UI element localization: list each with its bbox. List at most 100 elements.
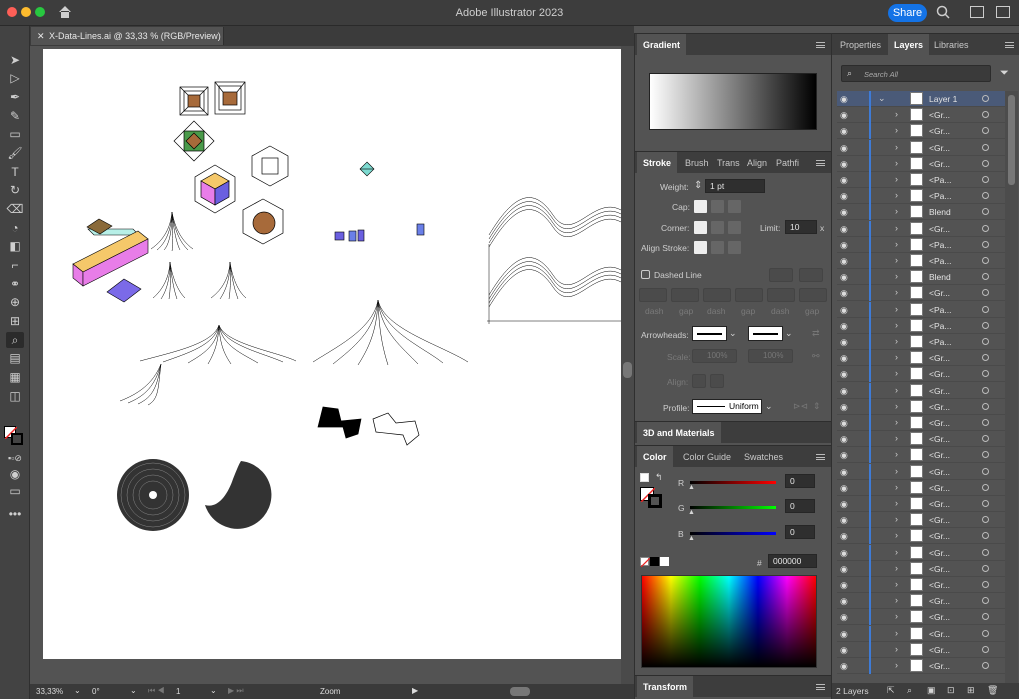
layer-row[interactable]: ◉ › <Gr... xyxy=(837,641,1005,658)
target-circle-icon[interactable] xyxy=(982,386,989,394)
tab-layers[interactable]: Layers xyxy=(888,34,930,56)
layer-row[interactable]: ◉ › <Gr... xyxy=(837,285,1005,302)
visibility-eye-icon[interactable]: ◉ xyxy=(840,175,850,185)
layer-row[interactable]: ◉ › <Gr... xyxy=(837,609,1005,626)
white-swatch[interactable] xyxy=(660,557,669,566)
artboard-dropdown-icon[interactable]: ⌄ xyxy=(210,686,217,695)
draw-mode-icon[interactable]: ◉ xyxy=(6,466,24,482)
visibility-eye-icon[interactable]: ◉ xyxy=(840,612,850,622)
gap-field-3[interactable] xyxy=(799,288,827,302)
g-slider-thumb[interactable]: ▲ xyxy=(688,509,695,516)
r-slider-thumb[interactable]: ▲ xyxy=(688,484,695,491)
zoom-tool-icon[interactable]: ⌕ xyxy=(6,332,24,348)
chevron-right-icon[interactable]: › xyxy=(895,433,898,443)
new-sublayer-icon[interactable]: ⊡ xyxy=(947,685,955,696)
target-circle-icon[interactable] xyxy=(982,159,989,167)
chevron-right-icon[interactable]: › xyxy=(895,190,898,200)
visibility-eye-icon[interactable]: ◉ xyxy=(840,661,850,671)
chevron-right-icon[interactable]: › xyxy=(895,352,898,362)
link-scale-icon[interactable]: ⚯ xyxy=(812,351,820,362)
artboard-number[interactable]: 1 xyxy=(176,687,208,696)
visibility-eye-icon[interactable]: ◉ xyxy=(840,580,850,590)
workspace-icon[interactable] xyxy=(996,6,1010,18)
more-tools-icon[interactable]: ••• xyxy=(6,506,24,522)
b-slider[interactable] xyxy=(690,532,776,535)
target-circle-icon[interactable] xyxy=(982,257,989,264)
chevron-right-icon[interactable]: › xyxy=(895,498,898,508)
visibility-eye-icon[interactable]: ◉ xyxy=(840,143,850,153)
eyedropper-tool-icon[interactable]: ⌐ xyxy=(6,257,24,273)
arrange-documents-icon[interactable] xyxy=(970,6,984,18)
weight-stepper[interactable]: ⇕ xyxy=(694,180,702,191)
chevron-right-icon[interactable]: › xyxy=(895,109,898,119)
visibility-eye-icon[interactable]: ◉ xyxy=(840,110,850,120)
swap-colors-icon[interactable]: ↰ xyxy=(655,472,663,483)
pen-tool-icon[interactable]: ✒ xyxy=(6,89,24,105)
new-layer-icon[interactable]: ⊞ xyxy=(967,685,975,696)
dash-align-button[interactable] xyxy=(799,268,823,282)
target-circle-icon[interactable] xyxy=(982,305,989,313)
graph-tool-icon[interactable]: ▤ xyxy=(6,350,24,366)
target-circle-icon[interactable] xyxy=(982,467,989,475)
zoom-level[interactable]: 33,33% xyxy=(36,687,63,696)
swap-arrowheads-icon[interactable]: ⇄ xyxy=(812,328,820,339)
visibility-eye-icon[interactable]: ◉ xyxy=(840,499,850,509)
layer-row[interactable]: ◉ › <Gr... xyxy=(837,123,1005,140)
target-circle-icon[interactable] xyxy=(982,597,989,605)
visibility-eye-icon[interactable]: ◉ xyxy=(840,450,850,460)
visibility-eye-icon[interactable]: ◉ xyxy=(840,321,850,331)
artboard[interactable] xyxy=(43,49,622,659)
round-cap-button[interactable] xyxy=(711,200,724,213)
chevron-down-icon[interactable]: ⌄ xyxy=(765,401,773,412)
none-swatch[interactable] xyxy=(640,557,651,568)
target-circle-icon[interactable] xyxy=(982,402,989,410)
layer-row[interactable]: ◉ › <Gr... xyxy=(837,593,1005,610)
tab-brush[interactable]: Brush xyxy=(679,152,715,174)
visibility-eye-icon[interactable]: ◉ xyxy=(840,256,850,266)
g-field[interactable]: 0 xyxy=(785,499,815,513)
visibility-eye-icon[interactable]: ◉ xyxy=(840,353,850,363)
layer-row[interactable]: ◉ › <Gr... xyxy=(837,479,1005,496)
visibility-eye-icon[interactable]: ◉ xyxy=(840,240,850,250)
panel-menu-icon[interactable] xyxy=(816,160,825,166)
gradient-tool-icon[interactable]: ◧ xyxy=(6,238,24,254)
layer-row[interactable]: ◉ › <Gr... xyxy=(837,398,1005,415)
target-circle-icon[interactable] xyxy=(982,111,989,119)
target-circle-icon[interactable] xyxy=(982,451,989,459)
visibility-eye-icon[interactable]: ◉ xyxy=(840,272,850,282)
flip-across-icon[interactable]: ⇕ xyxy=(813,401,821,412)
tab-color-guide[interactable]: Color Guide xyxy=(677,446,737,468)
align-outside-button[interactable] xyxy=(728,241,741,254)
target-circle-icon[interactable] xyxy=(982,532,989,540)
target-circle-icon[interactable] xyxy=(982,500,989,507)
profile-select[interactable]: Uniform xyxy=(692,399,762,414)
chevron-right-icon[interactable]: › xyxy=(895,595,898,605)
perspective-tool-icon[interactable]: ◫ xyxy=(6,388,24,404)
layer-row[interactable]: ◉ › <Pa... xyxy=(837,188,1005,205)
target-circle-icon[interactable] xyxy=(982,208,989,216)
panel-menu-icon[interactable] xyxy=(1005,42,1014,48)
tab-swatches[interactable]: Swatches xyxy=(738,446,789,468)
layer-row[interactable]: ◉ › <Gr... xyxy=(837,528,1005,545)
dash-preserve-button[interactable] xyxy=(769,268,793,282)
layer-row[interactable]: ◉ › <Gr... xyxy=(837,512,1005,529)
target-circle-icon[interactable] xyxy=(982,321,989,329)
chevron-right-icon[interactable]: › xyxy=(895,271,898,281)
visibility-eye-icon[interactable]: ◉ xyxy=(840,531,850,541)
r-slider[interactable] xyxy=(690,481,776,484)
layer-row[interactable]: ◉ › <Gr... xyxy=(837,577,1005,593)
shape-builder-tool-icon[interactable]: ⊕ xyxy=(6,294,24,310)
g-slider[interactable] xyxy=(690,506,776,509)
color-stroke-swatch[interactable] xyxy=(648,494,662,508)
paintbrush-tool-icon[interactable]: 🖌 xyxy=(6,145,24,161)
layer-row[interactable]: ◉ › <Gr... xyxy=(837,107,1005,124)
chevron-right-icon[interactable]: › xyxy=(895,336,898,346)
warp-tool-icon[interactable]: ◔ xyxy=(6,220,24,236)
start-arrowhead-select[interactable] xyxy=(692,326,727,341)
chevron-right-icon[interactable]: › xyxy=(895,385,898,395)
delete-layer-icon[interactable]: 🗑 xyxy=(987,685,998,696)
target-circle-icon[interactable] xyxy=(982,548,989,556)
layer-row[interactable]: ◉ › <Gr... xyxy=(837,447,1005,464)
chevron-right-icon[interactable]: › xyxy=(895,449,898,459)
visibility-eye-icon[interactable]: ◉ xyxy=(840,418,850,428)
